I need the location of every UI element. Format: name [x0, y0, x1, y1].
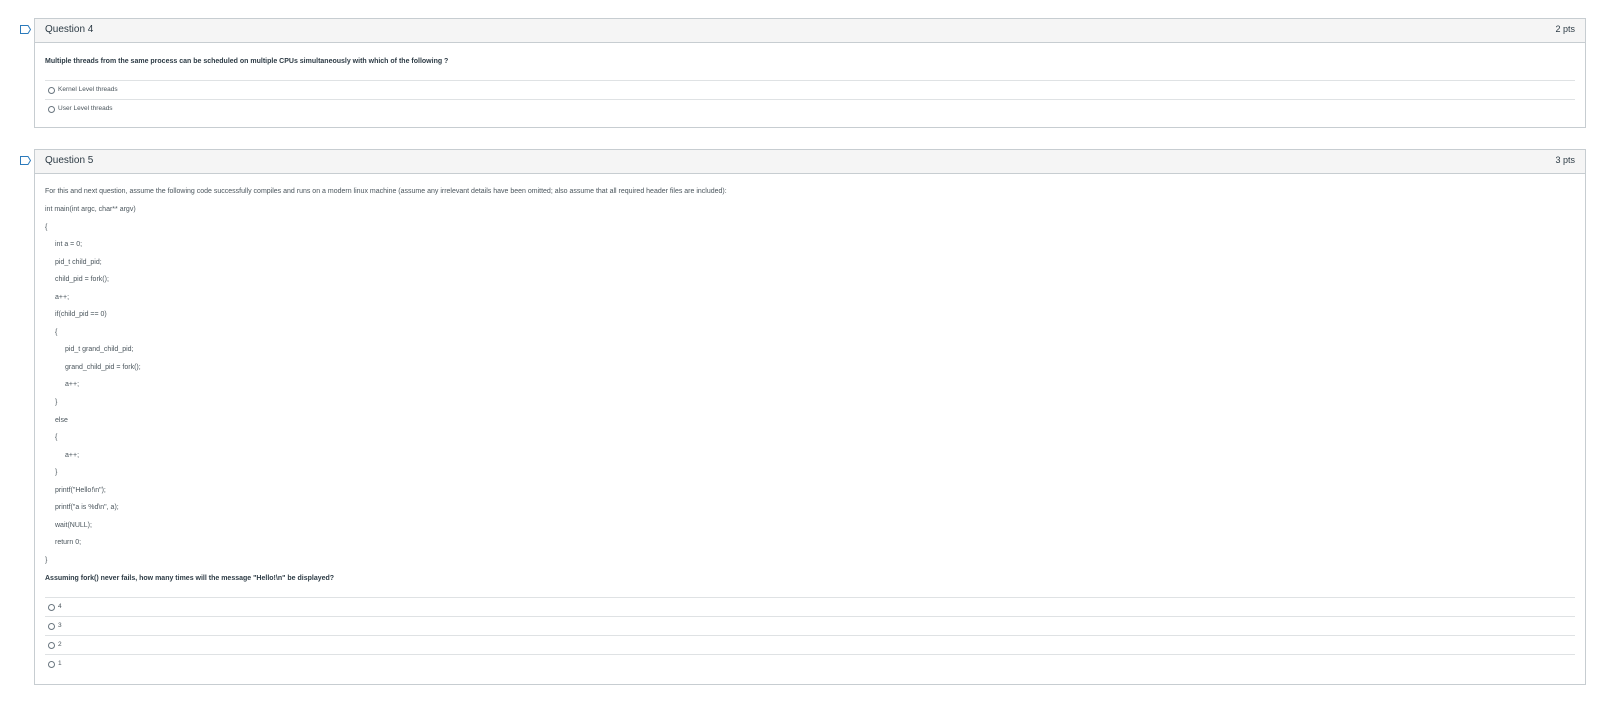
- radio-button[interactable]: [48, 642, 55, 649]
- question-intro: For this and next question, assume the f…: [45, 188, 727, 195]
- question-points: 3 pts: [1555, 155, 1575, 165]
- radio-button[interactable]: [48, 87, 55, 94]
- code-line: wait(NULL);: [55, 522, 92, 529]
- question-header: Question 5 3 pts: [35, 150, 1585, 174]
- code-line: if(child_pid == 0): [55, 311, 107, 318]
- code-line: pid_t child_pid;: [55, 259, 102, 266]
- code-line: grand_child_pid = fork();: [65, 364, 141, 371]
- answer-option[interactable]: Kernel Level threads: [45, 80, 1575, 100]
- question-text: Multiple threads from the same process c…: [45, 58, 449, 65]
- code-line: }: [55, 469, 58, 476]
- answer-option[interactable]: 1: [45, 654, 1575, 674]
- answer-option[interactable]: 3: [45, 616, 1575, 636]
- code-line: printf("a is %d\n", a);: [55, 504, 119, 511]
- code-line: int main(int argc, char** argv): [45, 206, 136, 213]
- answer-label: 4: [58, 603, 62, 610]
- question-text: Assuming fork() never fails, how many ti…: [45, 575, 335, 582]
- answer-label: Kernel Level threads: [58, 86, 118, 93]
- code-line: return 0;: [55, 539, 82, 546]
- code-line: a++;: [55, 294, 70, 301]
- code-line: {: [55, 434, 58, 441]
- code-line: {: [55, 329, 58, 336]
- code-line: printf("Hello!\n");: [55, 487, 106, 494]
- question-title: Question 4: [45, 24, 94, 35]
- code-line: }: [55, 399, 58, 406]
- answer-label: 2: [58, 641, 62, 648]
- answer-option[interactable]: User Level threads: [45, 99, 1575, 119]
- question-card: Question 4 2 pts Multiple threads from t…: [34, 18, 1586, 128]
- code-line: a++;: [65, 452, 80, 459]
- code-line: else: [55, 417, 68, 424]
- code-line: child_pid = fork();: [55, 276, 109, 283]
- radio-button[interactable]: [48, 623, 55, 630]
- radio-button[interactable]: [48, 604, 55, 611]
- answer-label: 3: [58, 622, 62, 629]
- code-line: pid_t grand_child_pid;: [65, 346, 134, 353]
- code-line: int a = 0;: [55, 241, 83, 248]
- answer-option[interactable]: 2: [45, 635, 1575, 655]
- question-title: Question 5: [45, 155, 94, 166]
- code-line: a++;: [65, 381, 80, 388]
- question-points: 2 pts: [1555, 24, 1575, 34]
- question-card: Question 5 3 pts For this and next quest…: [34, 149, 1586, 685]
- answer-label: 1: [58, 660, 62, 667]
- answer-option[interactable]: 4: [45, 597, 1575, 617]
- answer-label: User Level threads: [58, 105, 113, 112]
- question-header: Question 4 2 pts: [35, 19, 1585, 43]
- flag-question-icon[interactable]: [20, 25, 31, 34]
- code-line: {: [45, 224, 48, 231]
- radio-button[interactable]: [48, 661, 55, 668]
- code-line: }: [45, 557, 48, 564]
- radio-button[interactable]: [48, 106, 55, 113]
- flag-question-icon[interactable]: [20, 156, 31, 165]
